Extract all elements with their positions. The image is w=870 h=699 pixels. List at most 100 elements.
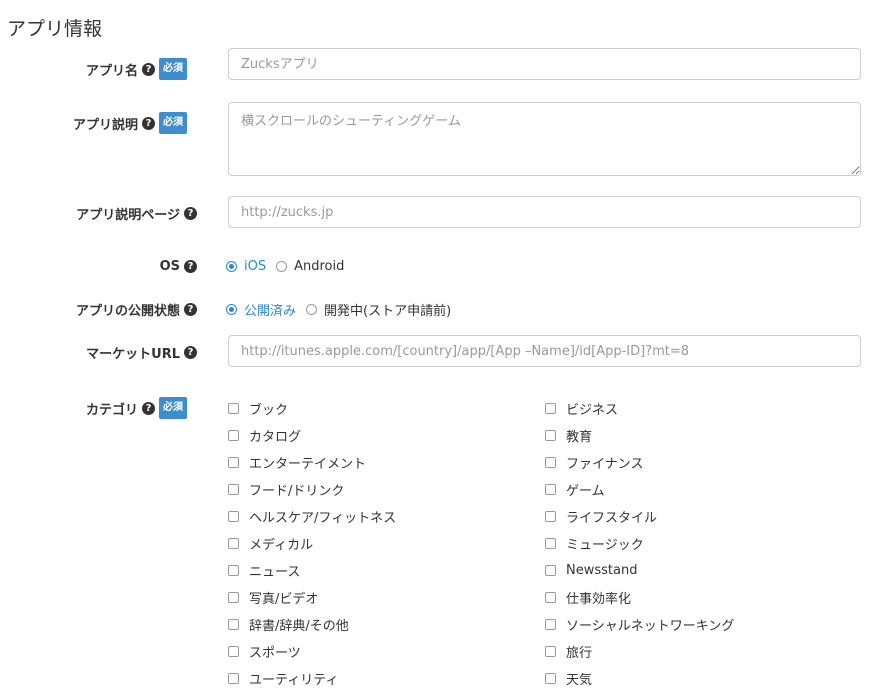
category-item-weather[interactable]: 天気 bbox=[545, 665, 734, 692]
category-item-food-drink[interactable]: フード/ドリンク bbox=[228, 476, 396, 503]
help-icon[interactable]: ? bbox=[142, 401, 155, 415]
help-icon[interactable]: ? bbox=[184, 346, 197, 359]
market-url-label: マーケットURL bbox=[86, 347, 180, 362]
category-item-label: 教育 bbox=[566, 430, 593, 445]
category-item-business[interactable]: ビジネス bbox=[545, 395, 734, 422]
category-item-label: 仕事効率化 bbox=[566, 592, 632, 607]
category-item-photo-video[interactable]: 写真/ビデオ bbox=[228, 584, 396, 611]
category-label: カテゴリ bbox=[85, 402, 138, 418]
category-item-label: 辞書/辞典/その他 bbox=[249, 619, 349, 634]
checkbox[interactable] bbox=[545, 565, 556, 576]
category-item-label: エンターテイメント bbox=[249, 457, 367, 472]
help-icon[interactable]: ? bbox=[184, 207, 197, 220]
checkbox[interactable] bbox=[228, 430, 239, 441]
checkbox[interactable] bbox=[228, 673, 239, 684]
checkbox[interactable] bbox=[545, 511, 556, 522]
app-page-label-group: アプリ説明ページ ? bbox=[76, 204, 197, 223]
checkbox[interactable] bbox=[228, 538, 239, 549]
category-item-health-fitness[interactable]: ヘルスケア/フィットネス bbox=[228, 503, 396, 530]
category-item-medical[interactable]: メディカル bbox=[228, 530, 396, 557]
category-item-lifestyle[interactable]: ライフスタイル bbox=[545, 503, 734, 530]
category-item-label: メディカル bbox=[249, 538, 314, 553]
category-item-label: ファイナンス bbox=[566, 457, 644, 472]
checkbox[interactable] bbox=[545, 619, 556, 630]
checkbox[interactable] bbox=[228, 619, 239, 630]
checkbox[interactable] bbox=[228, 484, 239, 495]
radio-checked-icon[interactable] bbox=[226, 304, 237, 315]
status-option-published[interactable]: 公開済み bbox=[226, 300, 296, 319]
category-item-games[interactable]: ゲーム bbox=[545, 476, 734, 503]
radio-unchecked-icon[interactable] bbox=[276, 261, 288, 272]
radio-label: Android bbox=[294, 259, 345, 274]
category-item-label: ニュース bbox=[249, 565, 301, 580]
category-item-label: ソーシャルネットワーキング bbox=[566, 619, 735, 634]
help-icon[interactable]: ? bbox=[184, 260, 197, 273]
category-item-news[interactable]: ニュース bbox=[228, 557, 396, 584]
checkbox[interactable] bbox=[545, 430, 556, 441]
section-title: アプリ情報 bbox=[7, 18, 103, 40]
category-item-entertainment[interactable]: エンターテイメント bbox=[228, 449, 396, 476]
checkbox[interactable] bbox=[545, 592, 556, 603]
category-item-education[interactable]: 教育 bbox=[545, 422, 734, 449]
radio-unchecked-icon[interactable] bbox=[306, 304, 318, 315]
os-option-android[interactable]: Android bbox=[276, 259, 344, 274]
category-item-label: ブック bbox=[249, 403, 289, 418]
app-desc-label-group: アプリ説明 ? 必須 bbox=[73, 112, 187, 134]
checkbox[interactable] bbox=[545, 538, 556, 549]
category-item-label: 天気 bbox=[566, 673, 593, 688]
category-item-reference[interactable]: 辞書/辞典/その他 bbox=[228, 611, 396, 638]
category-item-label: ゲーム bbox=[566, 484, 605, 499]
category-item-utilities[interactable]: ユーティリティ bbox=[228, 665, 396, 692]
app-name-input[interactable] bbox=[228, 48, 861, 80]
category-item-label: スポーツ bbox=[249, 646, 301, 661]
category-item-sports[interactable]: スポーツ bbox=[228, 638, 396, 665]
status-label-group: アプリの公開状態 ? bbox=[76, 300, 197, 319]
category-item-music[interactable]: ミュージック bbox=[545, 530, 734, 557]
app-page-input[interactable] bbox=[228, 196, 861, 228]
help-icon[interactable]: ? bbox=[142, 116, 155, 130]
category-item-label: フード/ドリンク bbox=[249, 484, 345, 499]
app-desc-textarea[interactable] bbox=[228, 102, 861, 176]
category-column-right: ビジネス 教育 ファイナンス ゲーム ライフスタイル ミュージック Newsst… bbox=[545, 395, 734, 692]
app-name-label: アプリ名 bbox=[85, 63, 138, 79]
category-item-productivity[interactable]: 仕事効率化 bbox=[545, 584, 734, 611]
checkbox[interactable] bbox=[228, 511, 239, 522]
market-url-input[interactable] bbox=[228, 335, 861, 367]
checkbox[interactable] bbox=[228, 565, 239, 576]
os-radio-group: iOS Android bbox=[226, 259, 354, 274]
category-item-book[interactable]: ブック bbox=[228, 395, 396, 422]
os-label: OS bbox=[159, 259, 180, 274]
help-icon[interactable]: ? bbox=[142, 62, 155, 76]
market-url-label-group: マーケットURL ? bbox=[86, 343, 197, 362]
status-radio-group: 公開済み 開発中(ストア申請前) bbox=[226, 300, 461, 319]
os-option-ios[interactable]: iOS bbox=[226, 259, 266, 274]
checkbox[interactable] bbox=[545, 646, 556, 657]
checkbox[interactable] bbox=[228, 592, 239, 603]
help-icon[interactable]: ? bbox=[184, 303, 197, 316]
status-label: アプリの公開状態 bbox=[75, 304, 180, 319]
checkbox[interactable] bbox=[545, 403, 556, 414]
checkbox[interactable] bbox=[545, 673, 556, 684]
checkbox[interactable] bbox=[228, 403, 239, 414]
checkbox[interactable] bbox=[545, 457, 556, 468]
required-badge: 必須 bbox=[159, 112, 187, 134]
checkbox[interactable] bbox=[545, 484, 556, 495]
category-item-finance[interactable]: ファイナンス bbox=[545, 449, 734, 476]
checkbox[interactable] bbox=[228, 457, 239, 468]
category-label-group: カテゴリ ? 必須 bbox=[86, 397, 187, 419]
category-item-travel[interactable]: 旅行 bbox=[545, 638, 734, 665]
category-item-catalog[interactable]: カタログ bbox=[228, 422, 396, 449]
category-item-label: ミュージック bbox=[566, 538, 644, 553]
app-name-label-group: アプリ名 ? 必須 bbox=[86, 58, 187, 80]
radio-label: iOS bbox=[244, 259, 267, 274]
category-item-newsstand[interactable]: Newsstand bbox=[545, 557, 734, 584]
category-item-social-networking[interactable]: ソーシャルネットワーキング bbox=[545, 611, 734, 638]
category-item-label: ユーティリティ bbox=[249, 673, 339, 688]
radio-checked-icon[interactable] bbox=[226, 261, 237, 272]
os-label-group: OS ? bbox=[160, 259, 197, 274]
required-badge: 必須 bbox=[159, 58, 187, 80]
category-item-label: Newsstand bbox=[566, 563, 638, 578]
status-option-development[interactable]: 開発中(ストア申請前) bbox=[306, 300, 451, 319]
category-item-label: カタログ bbox=[249, 430, 302, 445]
checkbox[interactable] bbox=[228, 646, 239, 657]
